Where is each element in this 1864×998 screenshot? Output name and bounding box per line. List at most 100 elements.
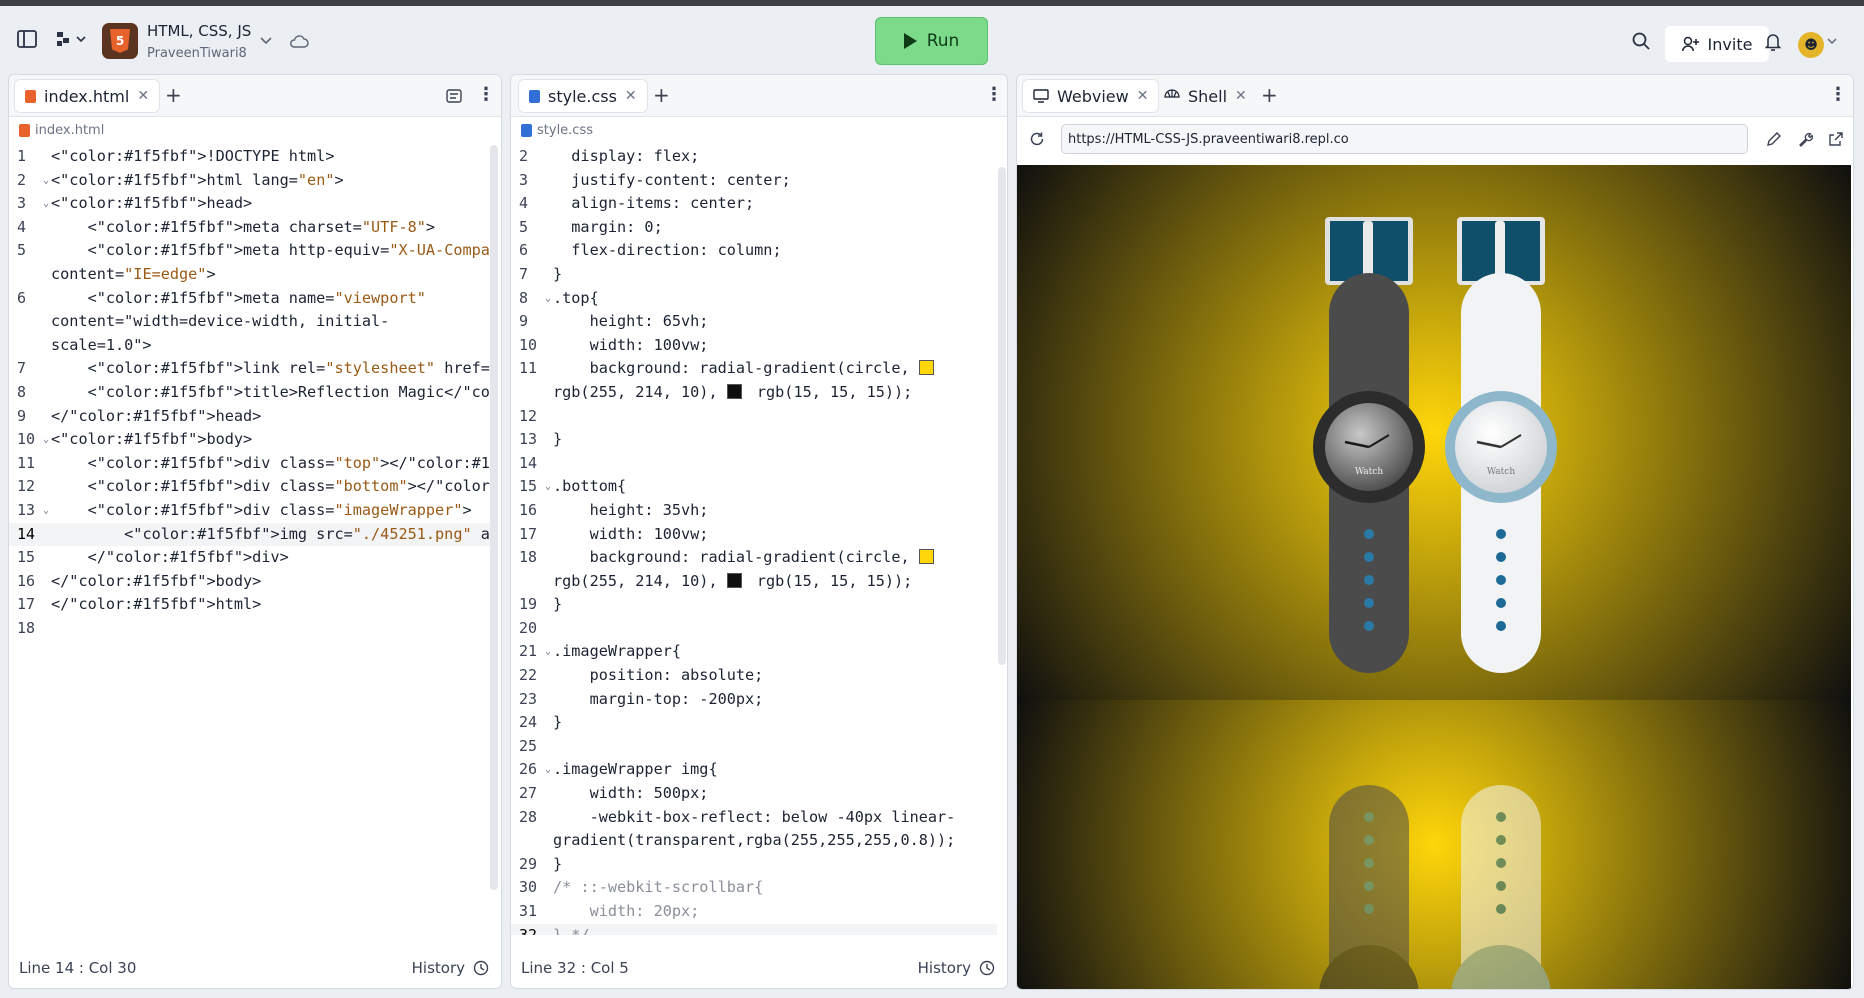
- code-line[interactable]: rgb(255, 214, 10), rgb(15, 15, 15));: [511, 570, 997, 594]
- workspace-menu-icon[interactable]: [54, 28, 88, 50]
- code-line[interactable]: 20: [511, 617, 997, 641]
- code-line[interactable]: 4 align-items: center;: [511, 192, 997, 216]
- code-line[interactable]: 17 width: 100vw;: [511, 523, 997, 547]
- code-line[interactable]: 18: [9, 617, 495, 641]
- color-swatch[interactable]: [918, 360, 934, 376]
- run-button[interactable]: Run: [875, 17, 988, 65]
- code-line[interactable]: 24}: [511, 711, 997, 735]
- code-line[interactable]: 2 display: flex;: [511, 145, 997, 169]
- code-line[interactable]: 6 flex-direction: column;: [511, 239, 997, 263]
- code-line[interactable]: 31 width: 20px;: [511, 900, 997, 924]
- outline-icon[interactable]: [445, 87, 463, 105]
- code-line[interactable]: 13 ⌄ <"color:#1f5fbf">div class="imageWra…: [9, 499, 495, 523]
- invite-button[interactable]: Invite: [1665, 26, 1769, 62]
- fold-chevron-icon[interactable]: ⌄: [545, 287, 551, 311]
- code-line[interactable]: 11 <"color:#1f5fbf">div class="top"></"c…: [9, 452, 495, 476]
- fold-chevron-icon[interactable]: ⌄: [43, 192, 49, 216]
- code-line[interactable]: 29}: [511, 853, 997, 877]
- history-button[interactable]: History: [412, 959, 489, 977]
- pencil-icon[interactable]: [1764, 129, 1784, 149]
- add-tab-icon[interactable]: +: [1261, 83, 1278, 107]
- avatar[interactable]: ☻: [1798, 32, 1824, 58]
- cursor-position[interactable]: Line 14 : Col 30: [19, 959, 136, 977]
- code-editor-css[interactable]: 2 display: flex; 3 justify-content: cente…: [511, 145, 997, 935]
- code-line[interactable]: 17 </"color:#1f5fbf">html>: [9, 593, 495, 617]
- fold-chevron-icon[interactable]: ⌄: [43, 428, 49, 452]
- bell-icon[interactable]: [1762, 31, 1784, 53]
- tab-shell[interactable]: Shell ✕: [1153, 79, 1258, 113]
- code-line[interactable]: 7 <"color:#1f5fbf">link rel="stylesheet"…: [9, 357, 495, 381]
- code-line[interactable]: 18 background: radial-gradient(circle,: [511, 546, 997, 570]
- code-line[interactable]: 4 <"color:#1f5fbf">meta charset="UTF-8">: [9, 216, 495, 240]
- chevron-down-icon[interactable]: [258, 34, 274, 48]
- project-title[interactable]: HTML, CSS, JS: [147, 22, 251, 40]
- code-line[interactable]: 23 margin-top: -200px;: [511, 688, 997, 712]
- code-line[interactable]: 12: [511, 405, 997, 429]
- code-line[interactable]: 12 <"color:#1f5fbf">div class="bottom"><…: [9, 475, 495, 499]
- code-line[interactable]: 19}: [511, 593, 997, 617]
- code-line[interactable]: 16 height: 35vh;: [511, 499, 997, 523]
- code-line[interactable]: gradient(transparent,rgba(255,255,255,0.…: [511, 829, 997, 853]
- code-line[interactable]: 25: [511, 735, 997, 759]
- more-options-icon[interactable]: ⋮: [985, 84, 1003, 105]
- code-line[interactable]: 9 height: 65vh;: [511, 310, 997, 334]
- more-options-icon[interactable]: ⋮: [1829, 84, 1847, 105]
- code-line[interactable]: content="IE=edge">: [9, 263, 495, 287]
- devtools-wrench-icon[interactable]: [1796, 129, 1816, 149]
- cloud-sync-icon[interactable]: [288, 32, 310, 50]
- more-options-icon[interactable]: ⋮: [477, 84, 495, 105]
- code-line[interactable]: 8 ⌄ .top{: [511, 287, 997, 311]
- close-icon[interactable]: ✕: [1235, 88, 1247, 104]
- close-icon[interactable]: ✕: [137, 88, 149, 104]
- code-line[interactable]: 13}: [511, 428, 997, 452]
- add-tab-icon[interactable]: +: [653, 83, 670, 107]
- code-line[interactable]: 8 <"color:#1f5fbf">title>Reflection Magi…: [9, 381, 495, 405]
- code-line[interactable]: 15 </"color:#1f5fbf">div>: [9, 546, 495, 570]
- tab-webview[interactable]: Webview ✕: [1022, 79, 1160, 113]
- history-button[interactable]: History: [918, 959, 995, 977]
- chevron-down-icon[interactable]: [1826, 36, 1838, 46]
- color-swatch[interactable]: [726, 572, 742, 588]
- webview-preview[interactable]: Watch Watch: [1017, 165, 1851, 989]
- color-swatch[interactable]: [726, 383, 742, 399]
- code-line[interactable]: 27 width: 500px;: [511, 782, 997, 806]
- scrollbar[interactable]: [490, 145, 498, 890]
- add-tab-icon[interactable]: +: [165, 83, 182, 107]
- code-line[interactable]: 30 /* ::-webkit-scrollbar{: [511, 876, 997, 900]
- code-line[interactable]: 3 justify-content: center;: [511, 169, 997, 193]
- code-line[interactable]: 22 position: absolute;: [511, 664, 997, 688]
- code-line[interactable]: 28 -webkit-box-reflect: below -40px line…: [511, 806, 997, 830]
- breadcrumb-file[interactable]: index.html: [35, 123, 104, 138]
- code-line[interactable]: 10 ⌄ <"color:#1f5fbf">body>: [9, 428, 495, 452]
- code-line[interactable]: 5 margin: 0;: [511, 216, 997, 240]
- sidebar-toggle-icon[interactable]: [16, 28, 38, 50]
- code-line[interactable]: 5 <"color:#1f5fbf">meta http-equiv="X-UA…: [9, 239, 495, 263]
- code-line[interactable]: 3 ⌄ <"color:#1f5fbf">head>: [9, 192, 495, 216]
- url-input[interactable]: https://HTML-CSS-JS.praveentiwari8.repl.…: [1061, 124, 1748, 154]
- code-line[interactable]: 14 <"color:#1f5fbf">img src="./45251.png…: [9, 522, 495, 547]
- code-line[interactable]: 11 background: radial-gradient(circle,: [511, 357, 997, 381]
- fold-chevron-icon[interactable]: ⌄: [545, 475, 551, 499]
- code-line[interactable]: scale=1.0">: [9, 334, 495, 358]
- code-editor-html[interactable]: 1 <"color:#1f5fbf">!DOCTYPE html> 2 ⌄ <"colo…: [9, 145, 495, 935]
- code-line[interactable]: 7}: [511, 263, 997, 287]
- fold-chevron-icon[interactable]: ⌄: [545, 758, 551, 782]
- code-line[interactable]: 14: [511, 452, 997, 476]
- refresh-icon[interactable]: [1027, 129, 1047, 149]
- code-line[interactable]: 10 width: 100vw;: [511, 334, 997, 358]
- code-line[interactable]: rgb(255, 214, 10), rgb(15, 15, 15));: [511, 381, 997, 405]
- code-line[interactable]: 2 ⌄ <"color:#1f5fbf">html lang="en">: [9, 169, 495, 193]
- code-line[interactable]: 32} */: [511, 923, 997, 935]
- code-line[interactable]: 1 <"color:#1f5fbf">!DOCTYPE html>: [9, 145, 495, 169]
- fold-chevron-icon[interactable]: ⌄: [43, 499, 49, 523]
- search-icon[interactable]: [1630, 30, 1652, 52]
- breadcrumb-file[interactable]: style.css: [537, 123, 593, 138]
- code-line[interactable]: 26 ⌄ .imageWrapper img{: [511, 758, 997, 782]
- close-icon[interactable]: ✕: [1137, 88, 1149, 104]
- code-line[interactable]: 16 </"color:#1f5fbf">body>: [9, 570, 495, 594]
- close-icon[interactable]: ✕: [625, 88, 637, 104]
- tab-index-html[interactable]: index.html ✕: [14, 79, 161, 113]
- code-line[interactable]: 9 </"color:#1f5fbf">head>: [9, 405, 495, 429]
- scrollbar[interactable]: [998, 167, 1006, 665]
- open-new-window-icon[interactable]: [1826, 129, 1846, 149]
